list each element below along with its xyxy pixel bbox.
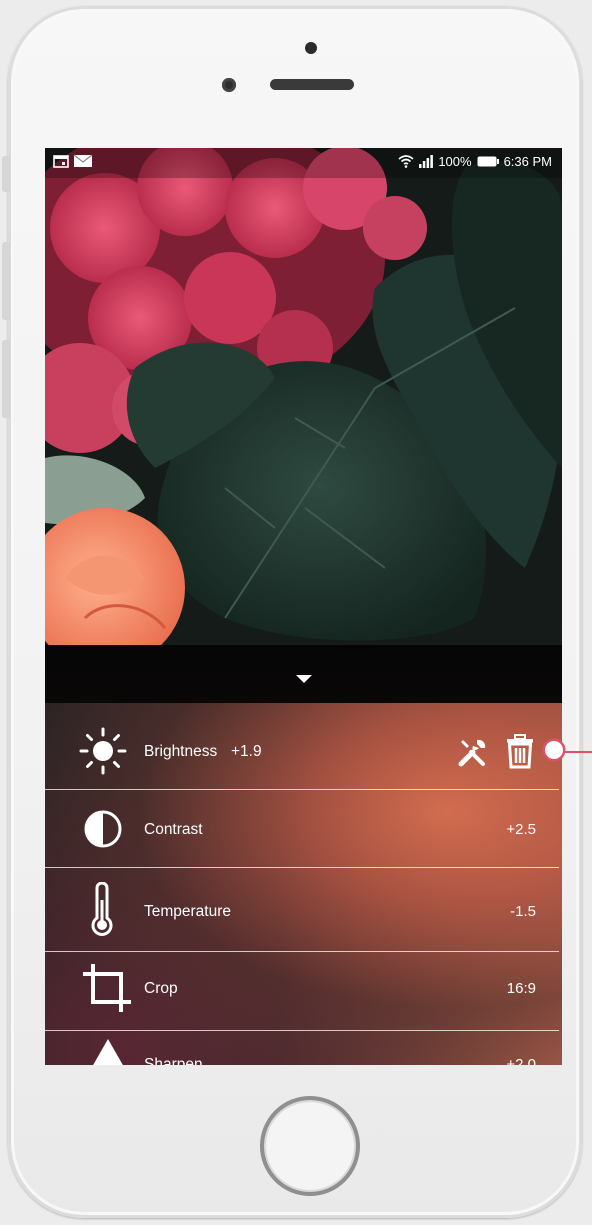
calendar-icon [53, 155, 69, 168]
battery-percent: 100% [438, 154, 472, 169]
app-screen: 100% 6:36 PM Brightness +1.9 Contrast +2… [45, 148, 562, 1065]
earpiece-speaker [270, 79, 354, 90]
contrast-icon [84, 810, 122, 848]
filter-label: Contrast [144, 821, 203, 838]
annotation-line [562, 751, 592, 753]
collapse-arrow-icon[interactable] [296, 675, 312, 683]
filter-value: 16:9 [506, 980, 536, 997]
filter-row-temperature[interactable]: Temperature -1.5 [45, 868, 562, 951]
mail-icon [73, 154, 93, 167]
filter-label: Temperature [144, 903, 232, 920]
filter-value: +1.9 [231, 743, 262, 760]
filter-label: Crop [144, 980, 178, 997]
battery-icon [477, 156, 499, 167]
filter-value: -1.5 [510, 903, 536, 920]
panel-handle[interactable] [45, 645, 562, 703]
tools-icon[interactable] [457, 736, 489, 768]
signal-icon [419, 155, 434, 168]
status-bar: 100% 6:36 PM [45, 148, 562, 176]
home-button[interactable] [260, 1096, 360, 1196]
wifi-icon [398, 155, 414, 168]
filter-row-brightness[interactable]: Brightness +1.9 [45, 703, 562, 790]
filter-row-crop[interactable]: Crop 16:9 [45, 952, 562, 1032]
volume-up-button [2, 242, 10, 320]
filter-label: Brightness [144, 743, 218, 760]
row-divider [45, 1030, 559, 1031]
volume-down-button [2, 340, 10, 418]
triangle-icon [93, 1039, 123, 1065]
filter-value: +2.0 [506, 1056, 536, 1065]
photo-preview [45, 148, 562, 648]
filter-row-sharpen[interactable]: Sharpen +2.0 [45, 1032, 562, 1065]
thermometer-icon [91, 882, 113, 936]
front-camera [222, 78, 236, 92]
status-time: 6:36 PM [503, 154, 552, 169]
mute-switch [2, 156, 10, 192]
sun-icon [79, 727, 127, 775]
filter-row-contrast[interactable]: Contrast +2.5 [45, 790, 562, 868]
proximity-sensor [305, 42, 317, 54]
trash-icon[interactable] [505, 734, 535, 769]
annotation-marker [545, 741, 563, 759]
filter-value: +2.5 [506, 821, 536, 838]
filter-label: Sharpen [144, 1056, 203, 1065]
filters-panel: Brightness +1.9 Contrast +2.5 Temperatur… [45, 703, 562, 1065]
crop-icon [83, 964, 131, 1012]
